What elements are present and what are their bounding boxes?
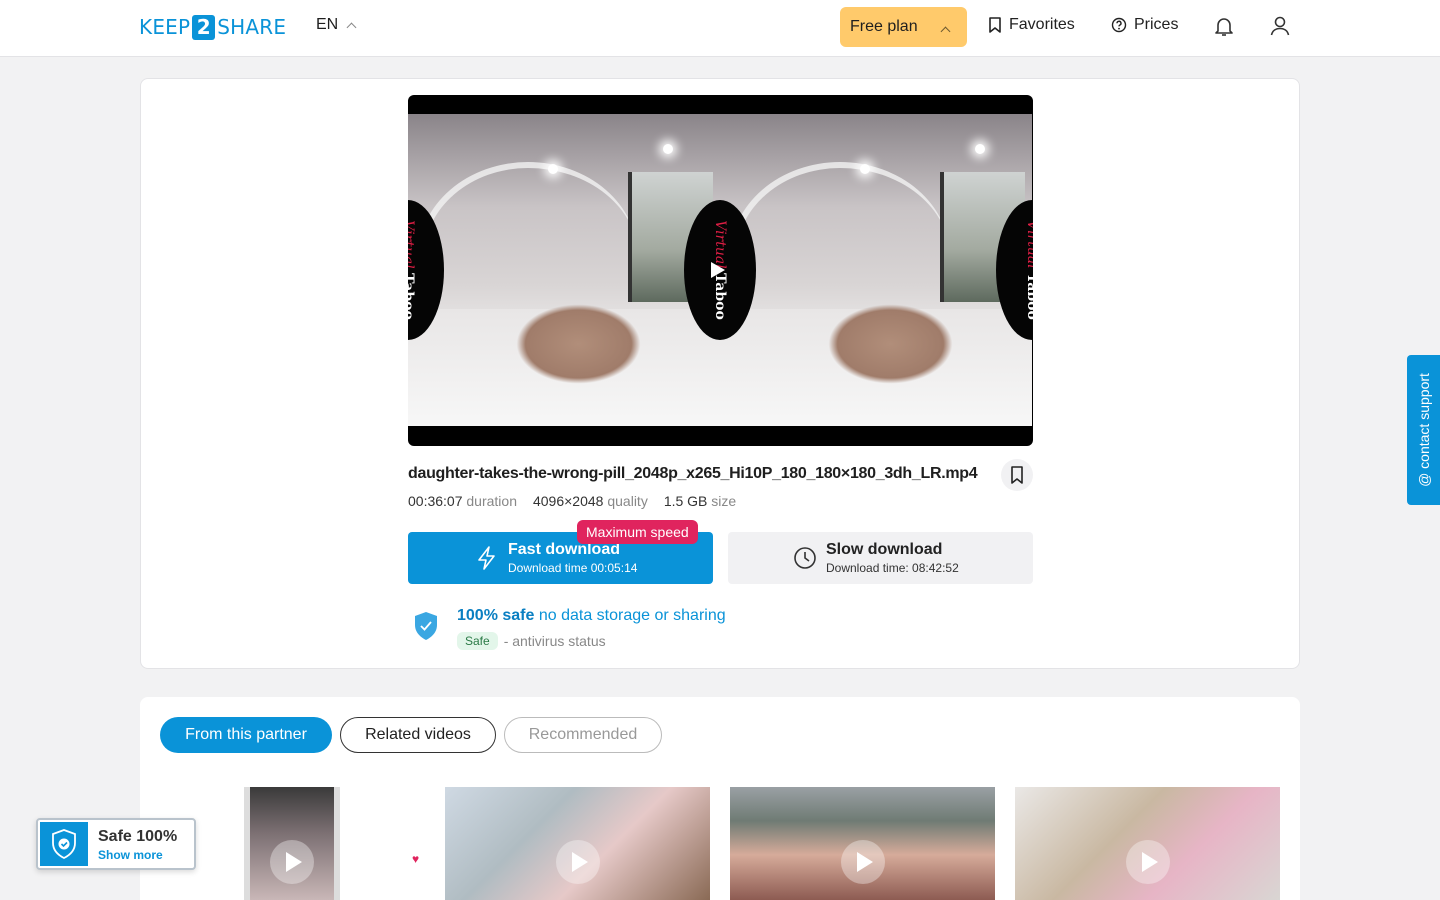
safe-pill: Safe [457,632,498,650]
tab-related-videos[interactable]: Related videos [340,717,496,753]
free-plan-button[interactable]: Free plan [840,7,967,47]
language-selector[interactable]: EN [316,16,357,34]
file-name: daughter-takes-the-wrong-pill_2048p_x265… [408,465,978,482]
chevron-up-icon [940,26,951,37]
file-meta: 00:36:07 duration 4096×2048 quality 1.5 … [408,493,736,509]
play-icon [270,840,314,884]
videos-section: From this partner Related videos Recomme… [140,697,1300,900]
widget-shield [40,822,88,866]
max-speed-badge: Maximum speed [577,520,698,544]
fast-download-time: Download time 00:05:14 [508,561,638,575]
play-icon[interactable] [711,262,725,278]
widget-show-more-link[interactable]: Show more [98,848,163,862]
size-info: 1.5 GB size [663,493,737,509]
contact-support-label: @ contact support [1415,373,1432,487]
shield-check-icon [52,829,76,859]
slow-download-label: Slow download [826,541,943,558]
play-icon [840,840,885,884]
safe-widget[interactable]: Safe 100% Show more [36,818,196,870]
video-thumbnail[interactable] [445,787,710,900]
prices-label: Prices [1134,16,1179,33]
bell-icon[interactable] [1212,14,1236,38]
antivirus-status: Safe - antivirus status [457,632,606,650]
play-icon [1125,840,1170,884]
logo-text-right: SHARE [217,15,287,39]
video-frame-right [720,114,1032,426]
lightning-icon [478,546,495,570]
file-card: Virtual Taboo Virtual Taboo Virtual Tabo… [140,78,1300,669]
bookmark-icon [989,17,1001,33]
play-icon [555,840,600,884]
bookmark-icon [1011,466,1023,484]
widget-title: Safe 100% [98,828,178,845]
clock-icon [794,547,816,569]
tab-from-this-partner[interactable]: From this partner [160,717,332,753]
video-thumbnail[interactable] [244,787,340,900]
help-circle-icon [1111,17,1127,33]
chevron-up-icon [346,22,357,32]
slow-download-button[interactable]: Slow download Download time: 08:42:52 [728,532,1033,584]
shield-check-icon [415,612,437,640]
logo-number-box: 2 [192,14,216,40]
video-thumbnail[interactable] [1015,787,1280,900]
favorites-label: Favorites [1009,16,1075,33]
heart-icon: ♥ [412,852,420,866]
video-thumbnail[interactable] [730,787,995,900]
language-label: EN [316,16,339,33]
quality-info: 4096×2048 quality [532,493,648,509]
tab-recommended[interactable]: Recommended [504,717,662,753]
bookmark-button[interactable] [1001,459,1033,491]
duration-info: 00:36:07 duration [408,493,517,509]
top-header: KEEP 2 SHARE EN Free plan Favorites Pric… [0,0,1440,57]
antivirus-status-text: - antivirus status [503,633,606,649]
video-player[interactable]: Virtual Taboo Virtual Taboo Virtual Tabo… [408,95,1033,446]
prices-link[interactable]: Prices [1111,16,1178,34]
site-logo[interactable]: KEEP 2 SHARE [139,14,286,40]
favorites-link[interactable]: Favorites [988,16,1075,34]
safety-notice: 100% safe no data storage or sharing [457,607,726,624]
slow-download-time: Download time: 08:42:52 [826,561,959,575]
video-frame-left [408,114,720,426]
contact-support-tab[interactable]: @ contact support [1407,355,1440,505]
free-plan-label: Free plan [850,18,918,35]
logo-text-left: KEEP [139,15,191,39]
user-icon[interactable] [1268,14,1292,38]
